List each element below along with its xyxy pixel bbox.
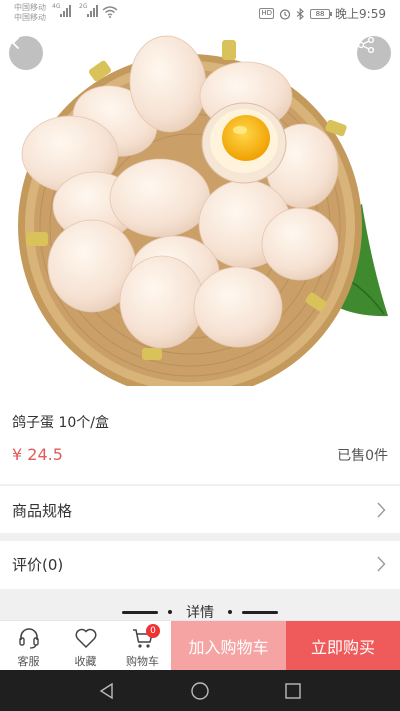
customer-service-button[interactable]: 客服 [0,621,57,671]
details-dash-left [122,610,158,614]
details-title: 详情 [186,605,214,621]
customer-service-label: 客服 [17,655,40,668]
favorite-button[interactable]: 收藏 [57,621,114,671]
signal-1-icon [60,5,71,17]
back-button[interactable] [9,36,43,70]
back-triangle-icon[interactable] [96,680,118,702]
product-name: 鸽子蛋 10个/盒 [12,415,109,431]
reviews-label: 评价(0) [12,555,64,574]
battery-icon: 88 [310,8,333,19]
section-gap [0,533,400,541]
buy-now-button[interactable]: 立即购买 [286,621,400,671]
specs-row[interactable]: 商品规格 [0,487,400,533]
share-button[interactable] [357,36,391,70]
favorite-label: 收藏 [74,655,97,668]
bottom-action-bar: 客服 收藏 0 购物车 加入购物车 立即购买 [0,620,400,671]
reviews-row[interactable]: 评价(0) [0,541,400,587]
product-price: ¥ 24.5 [12,445,63,464]
recents-square-icon[interactable] [282,680,304,702]
heart-icon [73,625,99,651]
system-navigation-bar [0,670,400,711]
details-dash-right [242,610,278,614]
chevron-right-icon [374,556,388,572]
add-to-cart-button[interactable]: 加入购物车 [171,621,286,671]
product-image [18,35,388,386]
alarm-icon [279,8,291,20]
chevron-right-icon [374,502,388,518]
hd-badge: HD [259,8,275,19]
product-image-area[interactable] [0,26,400,386]
details-header: 详情 [0,589,400,621]
status-bar: 中国移动 中国移动 4G 2G HD 88 晚上9:59 [0,0,400,26]
sold-count: 已售0件 [337,448,388,464]
cart-label: 购物车 [126,655,159,668]
cart-count-badge: 0 [146,624,160,638]
wifi-icon [102,6,118,18]
chevron-left-icon [11,36,20,50]
carrier-1: 中国移动 [14,3,46,12]
details-dot-left [168,610,172,614]
divider [0,484,400,486]
carrier-2: 中国移动 [14,13,46,22]
carrier-labels: 中国移动 中国移动 [14,3,46,23]
details-dot-right [228,610,232,614]
signal-2-icon [87,5,98,17]
home-circle-icon[interactable] [189,680,211,702]
specs-label: 商品规格 [12,501,73,520]
clock: 晚上9:59 [335,7,386,21]
cart-button[interactable]: 0 购物车 [114,621,171,671]
share-icon [357,36,375,54]
status-right: HD 88 晚上9:59 [259,5,386,22]
bluetooth-icon [296,7,304,20]
headset-icon [16,625,42,651]
